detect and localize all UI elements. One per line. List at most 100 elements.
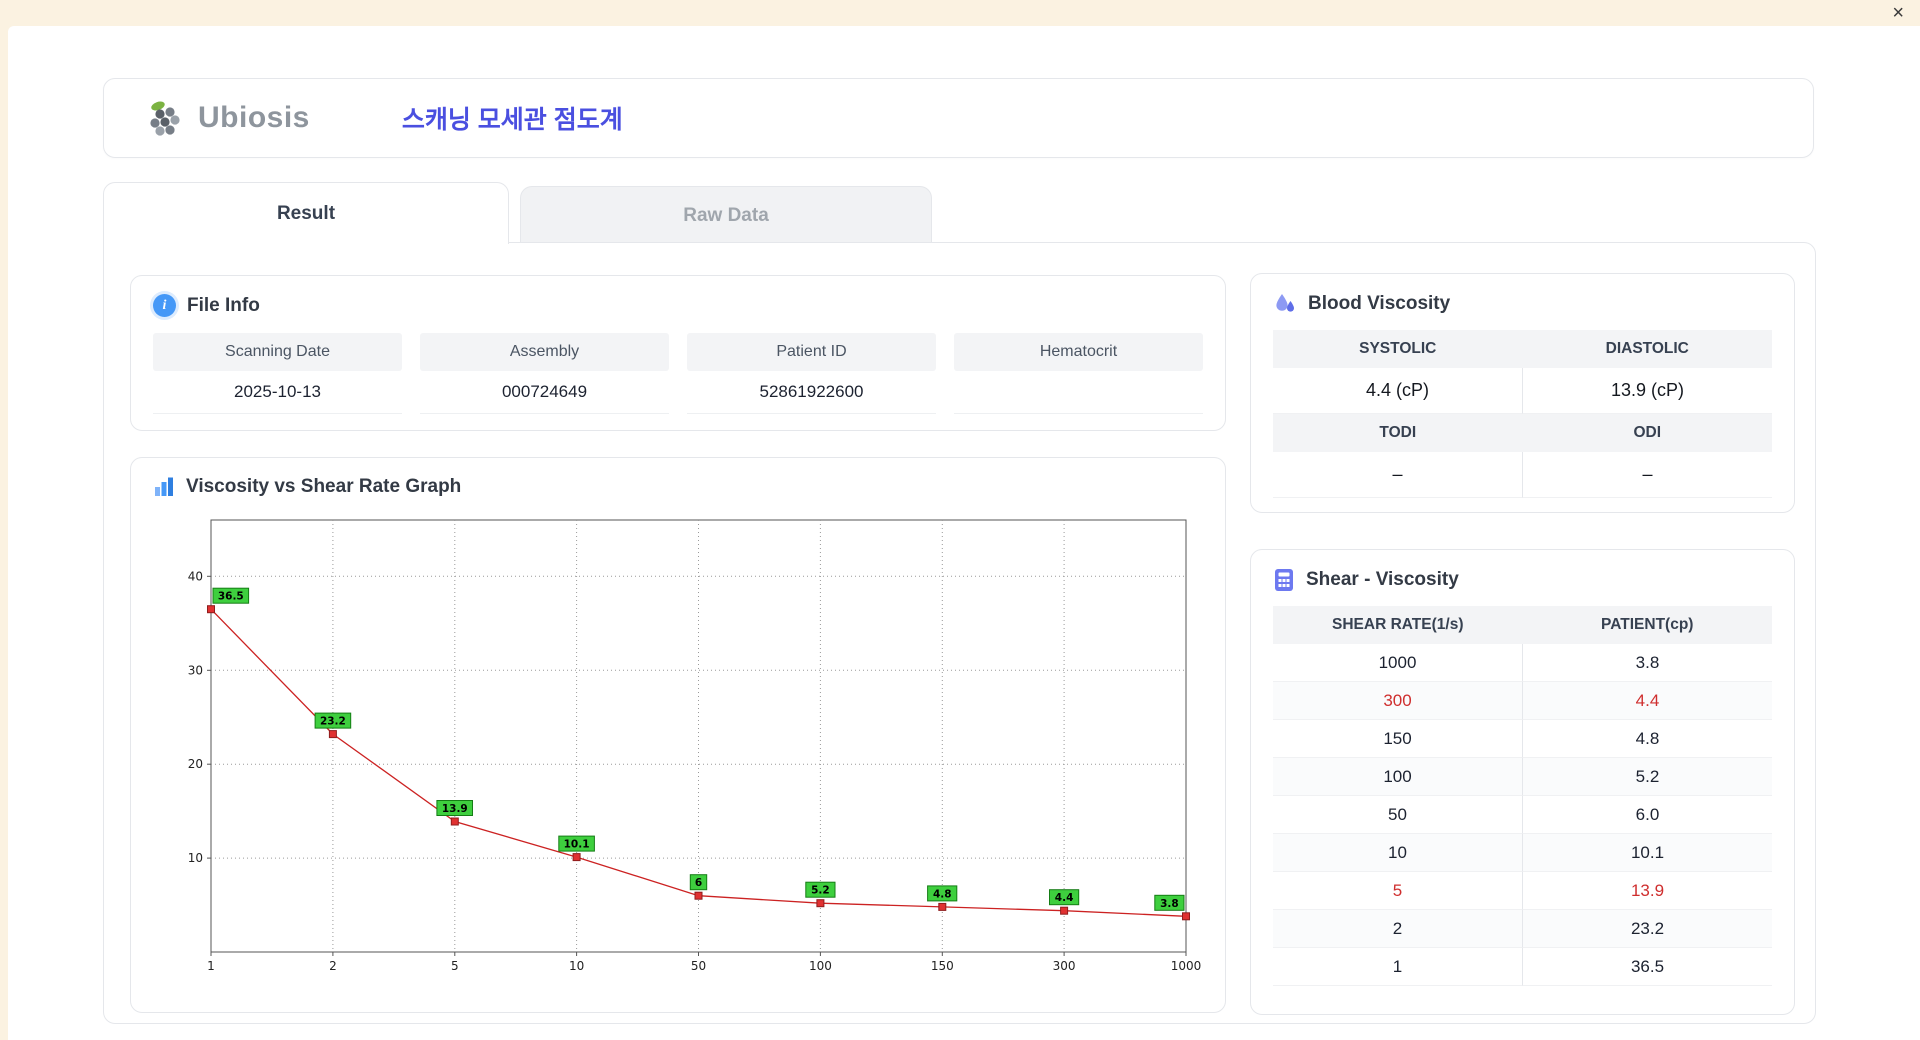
shear-rate-cell: 50 xyxy=(1273,796,1522,834)
svg-text:23.2: 23.2 xyxy=(320,716,346,728)
blood-title-row: Blood Viscosity xyxy=(1273,292,1772,316)
odi-value: – xyxy=(1522,452,1772,498)
patient-viscosity-cell: 13.9 xyxy=(1522,872,1772,910)
viscosity-chart: 10 20 30 40 1 2 5 10 50 100 150 300 1000 36.5 23.2 13.9… xyxy=(188,519,1202,973)
shear-title-row: Shear - Viscosity xyxy=(1273,568,1772,592)
patient-viscosity-cell: 4.8 xyxy=(1522,720,1772,758)
svg-text:4.4: 4.4 xyxy=(1055,892,1074,904)
viscosity-graph-card: Viscosity vs Shear Rate Graph 10 20 30 40 1 2… xyxy=(130,457,1226,1013)
shear-table-row-2: 2 23.2 xyxy=(1273,910,1772,948)
shear-viscosity-card: Shear - Viscosity SHEAR RATE(1/s) PATIEN… xyxy=(1250,549,1795,1015)
svg-text:1000: 1000 xyxy=(1171,959,1202,973)
blood-viscosity-card: Blood Viscosity SYSTOLIC DIASTOLIC 4.4 (… xyxy=(1250,273,1795,513)
field-assembly-label: Assembly xyxy=(420,333,669,371)
field-assembly: Assembly 000724649 xyxy=(420,333,669,414)
shear-table-row-100: 100 5.2 xyxy=(1273,758,1772,796)
todi-value: – xyxy=(1273,452,1522,498)
bv-header-row-2: TODI ODI xyxy=(1273,414,1772,452)
tab-result[interactable]: Result xyxy=(103,182,509,244)
shear-table-row-5: 5 13.9 xyxy=(1273,872,1772,910)
svg-text:30: 30 xyxy=(188,663,203,677)
app-window: Ubiosis 스캐닝 모세관 점도계 Result Raw Data i Fi… xyxy=(8,26,1920,1040)
svg-text:50: 50 xyxy=(691,959,706,973)
shear-viscosity-title: Shear - Viscosity xyxy=(1306,569,1459,590)
shear-rate-cell: 10 xyxy=(1273,834,1522,872)
svg-text:13.9: 13.9 xyxy=(442,803,468,815)
svg-text:10: 10 xyxy=(188,851,203,865)
patient-viscosity-cell: 5.2 xyxy=(1522,758,1772,796)
shear-rate-cell: 1000 xyxy=(1273,644,1522,682)
svg-text:5: 5 xyxy=(451,959,459,973)
bv-header-row-1: SYSTOLIC DIASTOLIC xyxy=(1273,330,1772,368)
chart-wrap: 10 20 30 40 1 2 5 10 50 100 150 300 1000 36.5 23.2 13.9… xyxy=(153,508,1203,987)
close-icon[interactable]: × xyxy=(1892,2,1904,24)
result-panel: i File Info Scanning Date 2025-10-13 Assem… xyxy=(103,242,1816,1024)
graph-title-row: Viscosity vs Shear Rate Graph xyxy=(153,476,1203,498)
calculator-icon xyxy=(1275,569,1293,591)
graph-title: Viscosity vs Shear Rate Graph xyxy=(186,476,462,497)
diastolic-header: DIASTOLIC xyxy=(1522,330,1772,368)
file-info-card: i File Info Scanning Date 2025-10-13 Assem… xyxy=(130,275,1226,431)
tab-raw-data[interactable]: Raw Data xyxy=(520,186,932,244)
svg-text:1: 1 xyxy=(207,959,215,973)
shear-table-row-300: 300 4.4 xyxy=(1273,682,1772,720)
shear-rate-cell: 1 xyxy=(1273,948,1522,986)
ubiosis-logo-icon xyxy=(150,101,180,136)
shear-table-row-150: 150 4.8 xyxy=(1273,720,1772,758)
patient-viscosity-cell: 4.4 xyxy=(1522,682,1772,720)
field-scanning-date: Scanning Date 2025-10-13 xyxy=(153,333,402,414)
svg-text:36.5: 36.5 xyxy=(218,591,244,603)
blood-viscosity-title: Blood Viscosity xyxy=(1308,293,1451,314)
patient-viscosity-cell: 6.0 xyxy=(1522,796,1772,834)
field-patient-id: Patient ID 52861922600 xyxy=(687,333,936,414)
blood-viscosity-table: SYSTOLIC DIASTOLIC 4.4 (cP) 13.9 (cP) TO… xyxy=(1273,330,1772,498)
odi-header: ODI xyxy=(1522,414,1772,452)
bv-value-row-2: – – xyxy=(1273,452,1772,498)
svg-text:10.1: 10.1 xyxy=(564,839,590,851)
droplet-icon xyxy=(1276,294,1294,312)
shear-rate-cell: 2 xyxy=(1273,910,1522,948)
shear-table-header: SHEAR RATE(1/s) PATIENT(cp) xyxy=(1273,606,1772,644)
patient-viscosity-cell: 3.8 xyxy=(1522,644,1772,682)
field-hematocrit-value xyxy=(954,371,1203,414)
field-scanning-date-value: 2025-10-13 xyxy=(153,371,402,414)
window-titlebar: × xyxy=(0,0,1920,26)
patient-viscosity-cell: 23.2 xyxy=(1522,910,1772,948)
shear-table-row-1000: 1000 3.8 xyxy=(1273,644,1772,682)
patient-viscosity-cell: 36.5 xyxy=(1522,948,1772,986)
systolic-value: 4.4 (cP) xyxy=(1273,368,1522,414)
shear-rate-cell: 150 xyxy=(1273,720,1522,758)
svg-text:40: 40 xyxy=(188,569,203,583)
shear-table-row-10: 10 10.1 xyxy=(1273,834,1772,872)
field-patient-id-label: Patient ID xyxy=(687,333,936,371)
bar-chart-icon xyxy=(155,477,173,496)
shear-rate-cell: 300 xyxy=(1273,682,1522,720)
file-info-title: File Info xyxy=(187,294,260,316)
field-patient-id-value: 52861922600 xyxy=(687,371,936,414)
page-title: 스캐닝 모세관 점도계 xyxy=(401,106,623,134)
todi-header: TODI xyxy=(1273,414,1523,452)
field-assembly-value: 000724649 xyxy=(420,371,669,414)
shear-rate-cell: 100 xyxy=(1273,758,1522,796)
svg-text:3.8: 3.8 xyxy=(1160,898,1179,910)
field-hematocrit: Hematocrit xyxy=(954,333,1203,414)
svg-text:20: 20 xyxy=(188,757,203,771)
shear-rate-column-header: SHEAR RATE(1/s) xyxy=(1273,606,1523,644)
shear-rate-cell: 5 xyxy=(1273,872,1522,910)
patient-viscosity-cell: 10.1 xyxy=(1522,834,1772,872)
svg-text:5.2: 5.2 xyxy=(811,885,830,897)
svg-text:10: 10 xyxy=(569,959,584,973)
app-header: Ubiosis 스캐닝 모세관 점도계 xyxy=(103,78,1814,158)
svg-text:4.8: 4.8 xyxy=(933,888,952,900)
svg-text:100: 100 xyxy=(809,959,832,973)
field-scanning-date-label: Scanning Date xyxy=(153,333,402,371)
systolic-header: SYSTOLIC xyxy=(1273,330,1523,368)
file-info-fields: Scanning Date 2025-10-13 Assembly 000724649… xyxy=(153,333,1203,414)
bv-value-row-1: 4.4 (cP) 13.9 (cP) xyxy=(1273,368,1772,414)
shear-table-row-1: 1 36.5 xyxy=(1273,948,1772,986)
info-icon: i xyxy=(153,294,176,317)
file-info-title-row: i File Info xyxy=(153,294,1203,317)
shear-viscosity-table: SHEAR RATE(1/s) PATIENT(cp) 1000 3.8 300 4.… xyxy=(1273,606,1772,986)
patient-column-header: PATIENT(cp) xyxy=(1522,606,1772,644)
logo-text: Ubiosis xyxy=(198,101,310,134)
